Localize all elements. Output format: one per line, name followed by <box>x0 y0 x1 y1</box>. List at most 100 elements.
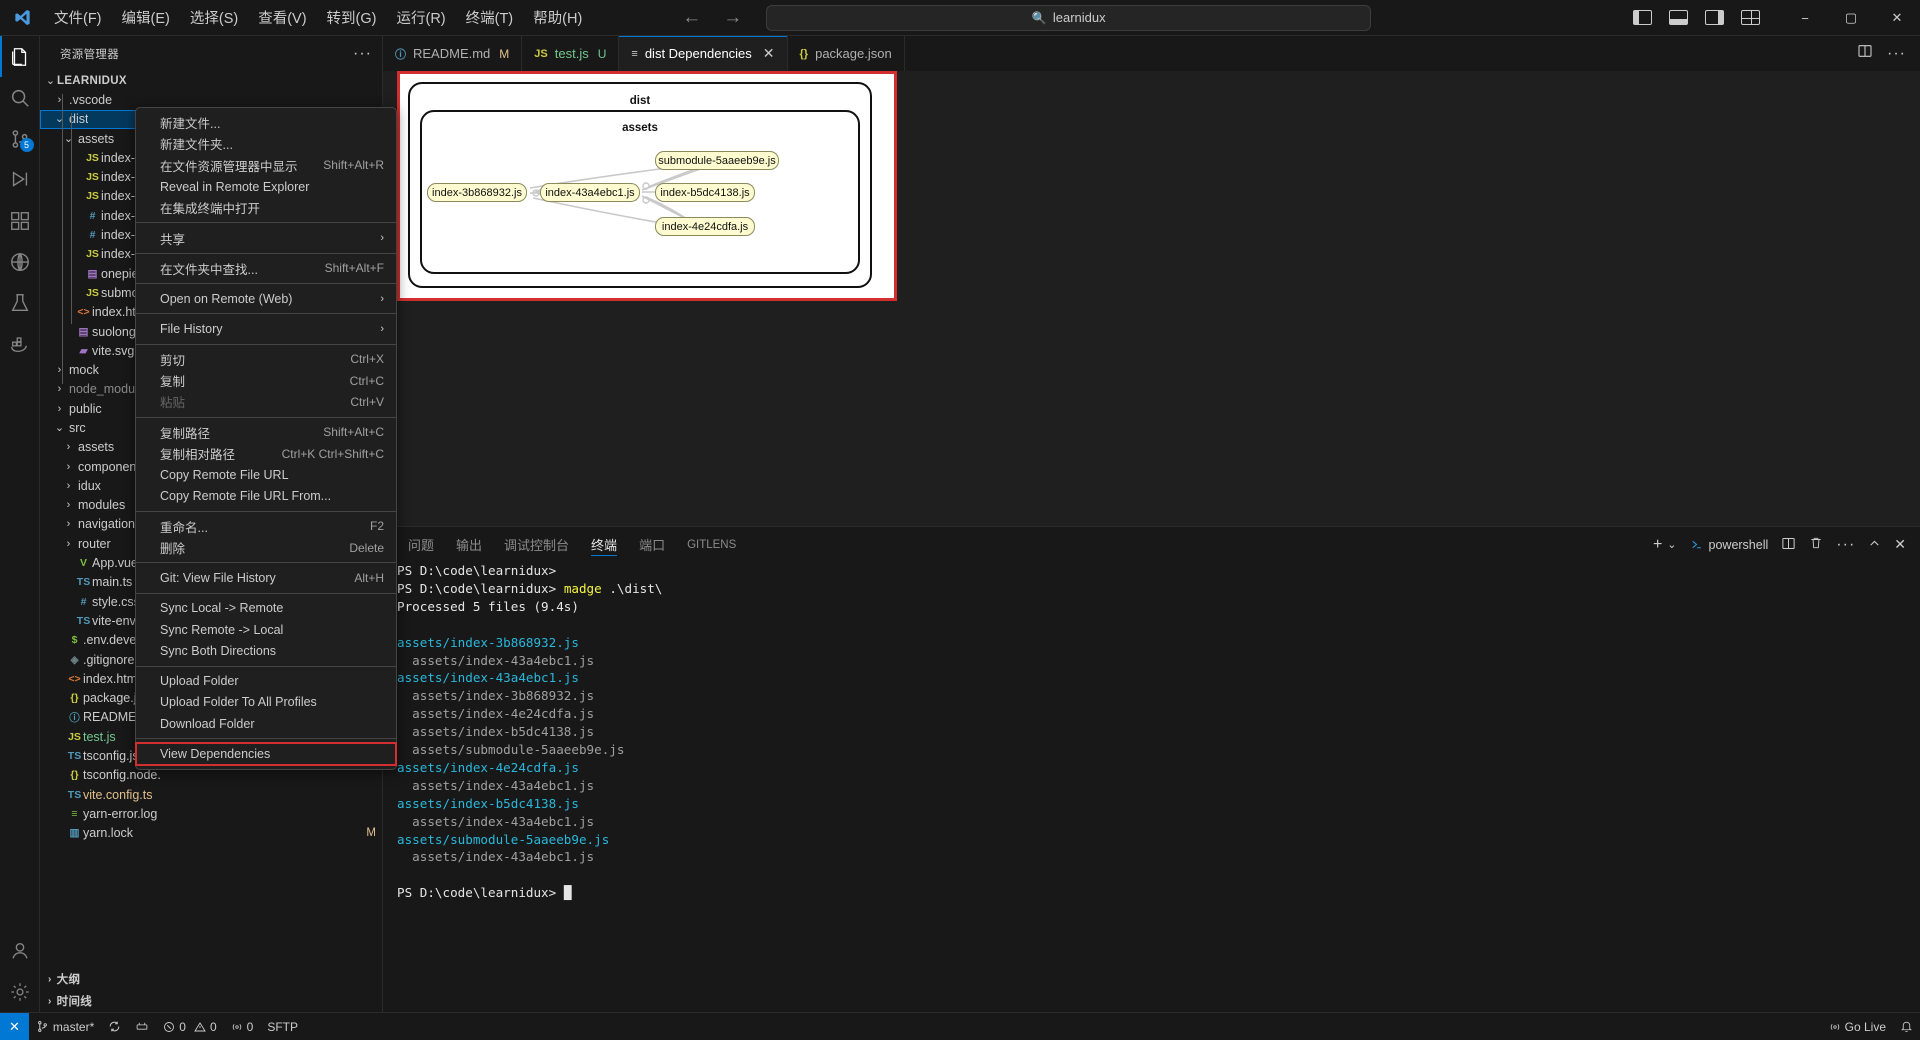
graph-node-idx43a4[interactable]: index-43a4ebc1.js <box>540 183 640 202</box>
activity-testing[interactable] <box>0 282 40 323</box>
editor-tab-test-js[interactable]: JS test.js U <box>522 36 620 71</box>
panel-tab-3[interactable]: 终端 <box>580 527 628 562</box>
activity-extensions[interactable] <box>0 200 40 241</box>
panel-tab-0[interactable]: 问题 <box>397 527 445 562</box>
new-terminal-icon[interactable]: + <box>1653 536 1662 554</box>
context-menu-item-sync-remote-local[interactable]: Sync Remote -> Local <box>136 619 396 640</box>
context-menu-item-download-folder[interactable]: Download Folder <box>136 713 396 734</box>
context-menu-item-[interactable]: 删除 Delete <box>136 537 396 558</box>
tree-item-vite-config-ts[interactable]: TS vite.config.ts <box>40 785 382 804</box>
activity-explorer[interactable] <box>0 36 40 77</box>
activity-source-control[interactable]: 5 <box>0 118 40 159</box>
context-menu-item-view-dependencies[interactable]: View Dependencies <box>135 742 397 766</box>
status-ports[interactable] <box>128 1013 156 1040</box>
status-go-live[interactable]: Go Live <box>1822 1013 1893 1040</box>
menu-item-1[interactable]: 编辑(E) <box>112 4 180 31</box>
activity-docker[interactable] <box>0 323 40 364</box>
tree-item-yarn-error-log[interactable]: ≡ yarn-error.log <box>40 804 382 823</box>
status-branch[interactable]: master* <box>29 1013 101 1040</box>
editor-tab-dist-dependencies[interactable]: ≡ dist Dependencies ✕ <box>619 36 788 71</box>
file-type-icon: # <box>89 229 96 242</box>
context-menu-item-git-view-file-history[interactable]: Git: View File History Alt+H <box>136 567 396 588</box>
editor-more-actions-icon[interactable]: ··· <box>1887 45 1906 63</box>
menu-item-2[interactable]: 选择(S) <box>180 4 248 31</box>
activity-settings[interactable] <box>0 971 40 1012</box>
toggle-panel-icon[interactable] <box>1669 10 1688 25</box>
maximize-panel-icon[interactable] <box>1868 537 1881 553</box>
context-menu-item-[interactable]: 在文件夹中查找... Shift+Alt+F <box>136 258 396 279</box>
graph-node-idxb5dc[interactable]: index-b5dc4138.js <box>655 183 755 202</box>
context-menu-item-[interactable]: 新建文件... <box>136 112 396 133</box>
panel-tab-1[interactable]: 输出 <box>445 527 493 562</box>
panel-tab-2[interactable]: 调试控制台 <box>493 527 580 562</box>
terminal-dropdown-icon[interactable]: ⌄ <box>1667 538 1676 551</box>
tab-close-icon[interactable]: ✕ <box>763 45 775 62</box>
graph-node-idx4e24[interactable]: index-4e24cdfa.js <box>655 217 755 236</box>
sidebar-more-actions-icon[interactable]: ··· <box>353 45 372 63</box>
maximize-button[interactable]: ▢ <box>1828 0 1874 36</box>
context-menu-item-copy-remote-file-url[interactable]: Copy Remote File URL <box>136 464 396 485</box>
activity-accounts[interactable] <box>0 930 40 971</box>
split-editor-icon[interactable] <box>1857 43 1873 64</box>
context-menu-item-upload-folder-to-all-profiles[interactable]: Upload Folder To All Profiles <box>136 692 396 713</box>
status-radio[interactable]: 0 <box>224 1013 261 1040</box>
menu-item-7[interactable]: 帮助(H) <box>523 4 592 31</box>
tree-item-yarn-lock[interactable]: ▥ yarn.lock M <box>40 824 382 843</box>
editor-tab-package-json[interactable]: {} package.json <box>787 36 905 71</box>
sidebar-panel-0[interactable]: › 大纲 <box>40 968 383 990</box>
context-menu-item-[interactable]: 在文件资源管理器中显示 Shift+Alt+R <box>136 155 396 176</box>
toggle-primary-sidebar-icon[interactable] <box>1633 10 1652 25</box>
menu-item-5[interactable]: 运行(R) <box>386 4 455 31</box>
status-notifications[interactable] <box>1893 1013 1920 1040</box>
context-menu-item-upload-folder[interactable]: Upload Folder <box>136 671 396 692</box>
editor-tab-readme-md[interactable]: ⓘ README.md M <box>383 36 523 71</box>
command-center[interactable]: 🔍 learnidux <box>766 4 1372 31</box>
context-menu-item-[interactable]: 共享 › <box>136 227 396 248</box>
terminal-output[interactable]: PS D:\code\learnidux> PS D:\code\learnidu… <box>397 562 1920 1012</box>
activity-run-debug[interactable] <box>0 159 40 200</box>
panel-tab-5[interactable]: GITLENS <box>676 527 747 562</box>
context-menu-item-[interactable]: 复制相对路径 Ctrl+K Ctrl+Shift+C <box>136 443 396 464</box>
menu-item-0[interactable]: 文件(F) <box>44 4 112 31</box>
status-sync[interactable] <box>101 1013 128 1040</box>
context-menu-item-sync-local-remote[interactable]: Sync Local -> Remote <box>136 598 396 619</box>
context-menu-item-[interactable]: 新建文件夹... <box>136 133 396 154</box>
toggle-secondary-sidebar-icon[interactable] <box>1705 10 1724 25</box>
status-sftp[interactable]: SFTP <box>260 1013 305 1040</box>
context-menu-item-file-history[interactable]: File History › <box>136 318 396 339</box>
activity-search[interactable] <box>0 77 40 118</box>
status-problems[interactable]: 0 0 <box>156 1013 223 1040</box>
context-menu-item-[interactable]: 复制 Ctrl+C <box>136 370 396 391</box>
context-menu-item-reveal-in-remote-explorer[interactable]: Reveal in Remote Explorer <box>136 176 396 197</box>
close-panel-icon[interactable]: ✕ <box>1894 536 1906 553</box>
panel-more-actions-icon[interactable]: ··· <box>1836 536 1855 554</box>
sidebar-panel-1[interactable]: › 时间线 <box>40 990 383 1012</box>
graph-node-submodule[interactable]: submodule-5aaeeb9e.js <box>655 151 779 170</box>
context-menu-item-copy-remote-file-url-from[interactable]: Copy Remote File URL From... <box>136 485 396 506</box>
context-menu-item-[interactable]: 剪切 Ctrl+X <box>136 349 396 370</box>
split-terminal-icon[interactable] <box>1781 536 1796 554</box>
menu-item-6[interactable]: 终端(T) <box>456 4 524 31</box>
menu-item-3[interactable]: 查看(V) <box>248 4 316 31</box>
tree-item-learnidux[interactable]: ⌄ LEARNIDUX <box>40 71 382 90</box>
dependency-graph-canvas[interactable]: dist assets submodule-5aaeeb9e.js index-… <box>397 71 897 301</box>
terminal-shell-label[interactable]: powershell <box>1690 538 1768 552</box>
tab-label: package.json <box>815 46 892 61</box>
activity-remote-explorer[interactable] <box>0 241 40 282</box>
context-menu-item-sync-both-directions[interactable]: Sync Both Directions <box>136 640 396 661</box>
graph-node-idx3b86[interactable]: index-3b868932.js <box>427 183 527 202</box>
context-menu-item-[interactable]: 复制路径 Shift+Alt+C <box>136 422 396 443</box>
close-button[interactable]: ✕ <box>1874 0 1920 36</box>
context-menu-item-open-on-remote-web[interactable]: Open on Remote (Web) › <box>136 288 396 309</box>
remote-indicator[interactable]: ✕ <box>0 1012 29 1040</box>
menu-item-4[interactable]: 转到(G) <box>317 4 387 31</box>
context-menu-item-[interactable]: 在集成终端中打开 <box>136 197 396 218</box>
context-menu-item-[interactable]: 重命名... F2 <box>136 516 396 537</box>
file-type-icon: ⓘ <box>69 711 80 724</box>
kill-terminal-icon[interactable] <box>1809 536 1823 553</box>
forward-arrow-icon[interactable]: → <box>723 7 742 29</box>
minimize-button[interactable]: − <box>1782 0 1828 36</box>
customize-layout-icon[interactable] <box>1741 10 1760 25</box>
back-arrow-icon[interactable]: ← <box>682 7 701 29</box>
panel-tab-4[interactable]: 端口 <box>628 527 676 562</box>
